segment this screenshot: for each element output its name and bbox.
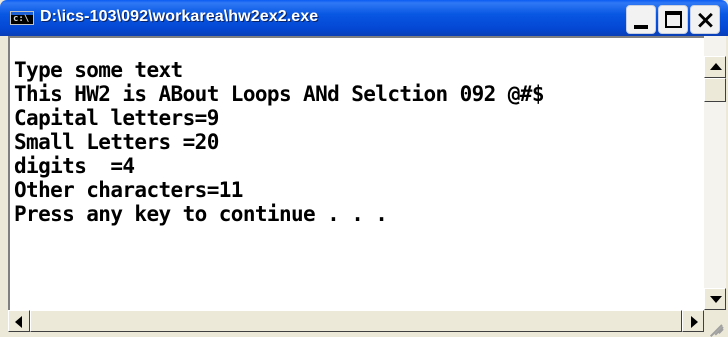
close-icon: × [695,5,716,34]
console-lines: Type some text This HW2 is ABout Loops A… [14,58,545,226]
console-line: Press any key to continue . . . [14,202,388,226]
maximize-button[interactable] [658,5,688,34]
horizontal-scrollbar[interactable] [8,310,704,332]
arrow-up-icon [710,63,722,70]
horizontal-scroll-thumb[interactable] [30,310,682,332]
vertical-scroll-thumb[interactable] [704,78,726,102]
scroll-up-button[interactable] [704,56,726,78]
console-line: Type some text [14,58,183,82]
vertical-scrollbar[interactable] [704,36,726,310]
maximize-icon [665,11,682,28]
arrow-down-icon [710,296,722,303]
console-line: Small Letters =20 [14,130,219,154]
minimize-icon [634,25,648,29]
close-button[interactable]: × [690,5,720,34]
console-line: Capital letters=9 [14,106,219,130]
minimize-button[interactable] [626,5,656,34]
console-window: c:\ D:\ics-103\092\workarea\hw2ex2.exe ×… [0,0,728,337]
window-title: D:\ics-103\092\workarea\hw2ex2.exe [40,8,319,25]
console-icon[interactable]: c:\ [10,11,34,25]
title-bar[interactable]: c:\ D:\ics-103\092\workarea\hw2ex2.exe × [0,0,728,36]
arrow-left-icon [15,316,22,328]
arrow-right-icon [691,316,698,328]
scroll-right-button[interactable] [682,310,704,332]
scroll-left-button[interactable] [8,310,30,332]
scroll-down-button[interactable] [704,288,726,310]
console-output[interactable]: Type some text This HW2 is ABout Loops A… [8,36,704,310]
resize-grip-icon[interactable] [704,310,726,337]
console-line: This HW2 is ABout Loops ANd Selction 092… [14,82,545,106]
console-line: Other characters=11 [14,178,243,202]
console-line: digits =4 [14,154,135,178]
